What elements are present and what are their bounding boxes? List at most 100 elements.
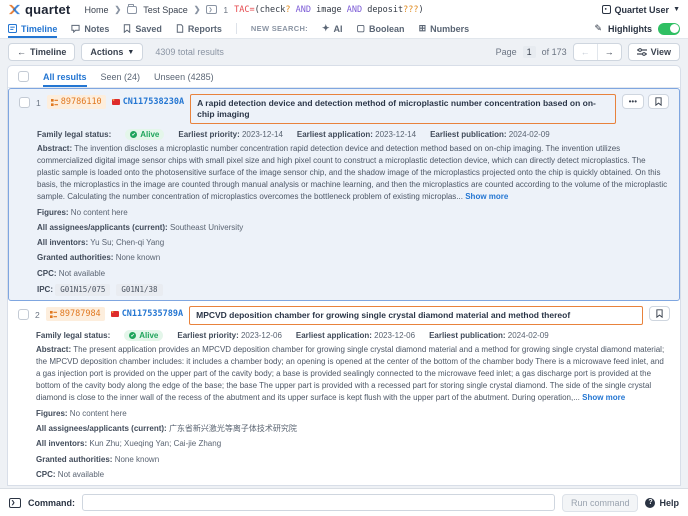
- ai-sparkle-icon: ✦: [322, 23, 330, 34]
- tab-notes-label: Notes: [84, 24, 109, 34]
- field-label: CPC:: [36, 470, 56, 479]
- search-query[interactable]: TAC=(check? AND image AND deposit???): [234, 5, 423, 15]
- filter-tab-unseen[interactable]: Unseen (4285): [154, 66, 214, 87]
- field-label: Family legal status:: [37, 130, 111, 139]
- publication-link[interactable]: CN117538230A: [112, 97, 184, 107]
- show-more-link[interactable]: Show more: [582, 393, 625, 402]
- result-index: 1: [36, 98, 41, 108]
- abstract: Abstract: The invention discloses a micr…: [37, 143, 669, 203]
- inventors-value: Kun Zhu; Xueqing Yan; Cai-jie Zhang: [89, 439, 221, 448]
- ipc-tag[interactable]: C30B29/04: [573, 485, 624, 486]
- next-page-button[interactable]: →: [597, 44, 621, 60]
- highlights-label: Highlights: [608, 24, 652, 34]
- terminal-icon: ❯: [9, 498, 21, 508]
- back-button-label: Timeline: [30, 47, 66, 57]
- breadcrumb-space[interactable]: Test Space: [143, 5, 188, 15]
- ipc-tag[interactable]: C23C16/52: [460, 485, 511, 486]
- family-id-chip[interactable]: 89787984: [46, 307, 105, 321]
- command-bar: ❯ Command: Run command ? Help: [0, 488, 688, 516]
- filter-tab-all[interactable]: All results: [43, 66, 87, 87]
- tab-reports[interactable]: Reports: [176, 19, 222, 38]
- figures-value: No content here: [71, 208, 128, 217]
- prev-page-button[interactable]: ←: [574, 44, 597, 60]
- quartet-logo-icon: [8, 3, 21, 16]
- filter-tab-seen[interactable]: Seen (24): [101, 66, 141, 87]
- field-label: Granted authorities:: [37, 253, 113, 262]
- command-input[interactable]: [82, 494, 555, 511]
- result-card[interactable]: 2 89787984 CN117535789A MPCVD deposition…: [8, 301, 680, 486]
- breadcrumb-home[interactable]: Home: [84, 5, 108, 15]
- ipc-tag[interactable]: G01N1/38: [116, 284, 162, 296]
- results-panel: All results Seen (24) Unseen (4285) 1 89…: [7, 65, 681, 486]
- total-results-count: 4309 total results: [155, 47, 224, 57]
- ipc-tag[interactable]: C30B25/14: [168, 485, 219, 486]
- tab-numbers-search[interactable]: ⊞ Numbers: [419, 19, 470, 38]
- ipc-tag[interactable]: C23C16/02: [111, 485, 162, 486]
- patent-title[interactable]: A rapid detection device and detection m…: [197, 98, 608, 120]
- tab-timeline-label: Timeline: [21, 24, 57, 34]
- tab-timeline[interactable]: Timeline: [8, 19, 57, 38]
- page-total: of 173: [542, 47, 567, 57]
- tab-saved[interactable]: Saved: [123, 19, 162, 38]
- boolean-icon: ▢: [357, 23, 366, 34]
- tab-notes[interactable]: Notes: [71, 19, 109, 38]
- application-date: 2023-12-06: [374, 331, 415, 340]
- chevron-down-icon: ▼: [673, 6, 680, 13]
- family-id-chip[interactable]: 89786110: [47, 95, 106, 109]
- publication-link[interactable]: CN117535789A: [111, 309, 183, 319]
- ipc-tag[interactable]: C30B25/08: [54, 485, 105, 486]
- ipc-tag[interactable]: C23C16/455: [224, 485, 279, 486]
- command-label: Command:: [28, 498, 75, 508]
- field-label: All assignees/applicants (current):: [37, 223, 168, 232]
- run-command-button[interactable]: Run command: [562, 494, 639, 512]
- status-text: Alive: [139, 331, 158, 340]
- bookmark-button[interactable]: [648, 94, 669, 109]
- highlights-toggle[interactable]: [658, 23, 680, 35]
- granted-value: None known: [115, 455, 159, 464]
- result-card[interactable]: 1 89786110 CN117538230A A rapid detectio…: [8, 88, 680, 301]
- show-more-link[interactable]: Show more: [465, 192, 508, 201]
- search-terminal-icon: ❯: [206, 5, 217, 14]
- field-label: Granted authorities:: [36, 455, 112, 464]
- back-arrow-icon: ←: [17, 47, 26, 57]
- chevron-right-icon: ❯: [114, 5, 121, 14]
- view-button[interactable]: View: [628, 43, 680, 61]
- more-options-button[interactable]: •••: [622, 94, 644, 109]
- folder-icon: [127, 6, 137, 14]
- result-index: 2: [35, 310, 40, 320]
- highlights-pencil-icon: ✎: [594, 23, 602, 34]
- result-checkbox[interactable]: [18, 309, 29, 320]
- result-checkbox[interactable]: [19, 97, 30, 108]
- bookmark-icon: [656, 309, 663, 318]
- back-to-timeline-button[interactable]: ← Timeline: [8, 43, 75, 61]
- assignees-value: 广东省新兴激光等离子体技术研究院: [169, 424, 297, 433]
- chevron-down-icon: ▼: [127, 49, 134, 56]
- help-button[interactable]: ? Help: [645, 498, 679, 508]
- bookmark-button[interactable]: [649, 306, 670, 321]
- select-all-checkbox[interactable]: [18, 71, 29, 82]
- patent-title[interactable]: MPCVD deposition chamber for growing sin…: [196, 310, 636, 321]
- ipc-tag[interactable]: C30B25/18: [403, 485, 454, 486]
- ipc-tag[interactable]: C30B25/20: [516, 485, 567, 486]
- tab-boolean-search[interactable]: ▢ Boolean: [357, 19, 405, 38]
- tab-numbers-label: Numbers: [430, 24, 469, 34]
- ipc-tag[interactable]: C23C16/511: [342, 485, 397, 486]
- inventors-value: Yu Su; Chen-qi Yang: [90, 238, 164, 247]
- user-menu[interactable]: Quartet User ▼: [602, 5, 680, 15]
- app-logo[interactable]: quartet: [8, 2, 70, 17]
- field-label: Earliest publication:: [429, 331, 505, 340]
- ipc-tag[interactable]: G01N15/075: [55, 284, 110, 296]
- field-label: All inventors:: [36, 439, 87, 448]
- figures-value: No content here: [70, 409, 127, 418]
- page-current[interactable]: 1: [523, 46, 536, 58]
- ipc-tag[interactable]: C30B25/16: [285, 485, 336, 486]
- cn-flag-icon: [111, 311, 119, 317]
- actions-button[interactable]: Actions ▼: [81, 43, 143, 61]
- family-id: 89787984: [60, 309, 101, 319]
- query-paren: ): [418, 5, 423, 15]
- alive-check-icon: ✔: [129, 332, 136, 339]
- tab-boolean-label: Boolean: [369, 24, 405, 34]
- tab-ai-search[interactable]: ✦ AI: [322, 19, 343, 38]
- field-label: Figures:: [36, 409, 68, 418]
- abstract-label: Abstract:: [36, 345, 71, 354]
